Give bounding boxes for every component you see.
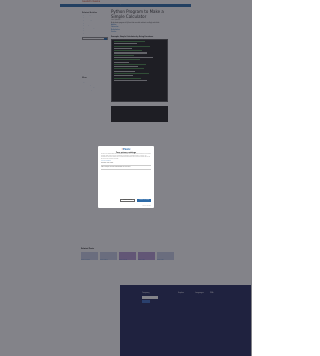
consent-footer-note: Powered by Ezoic <box>142 205 151 207</box>
accept-all-button[interactable]: Accept All & Close <box>137 199 151 202</box>
consent-body: We and our partners store and access inf… <box>101 154 151 161</box>
cookie-consent-dialog: •Ezoic Your privacy settings We and our … <box>98 146 154 208</box>
brand-name: Ezoic <box>123 148 131 151</box>
consent-actions: Manage Options Accept All & Close <box>101 199 151 202</box>
manage-options-button[interactable]: Manage Options <box>120 199 136 202</box>
consent-brand-logo: •Ezoic <box>101 148 151 151</box>
divider <box>101 164 151 166</box>
divider <box>101 168 151 170</box>
